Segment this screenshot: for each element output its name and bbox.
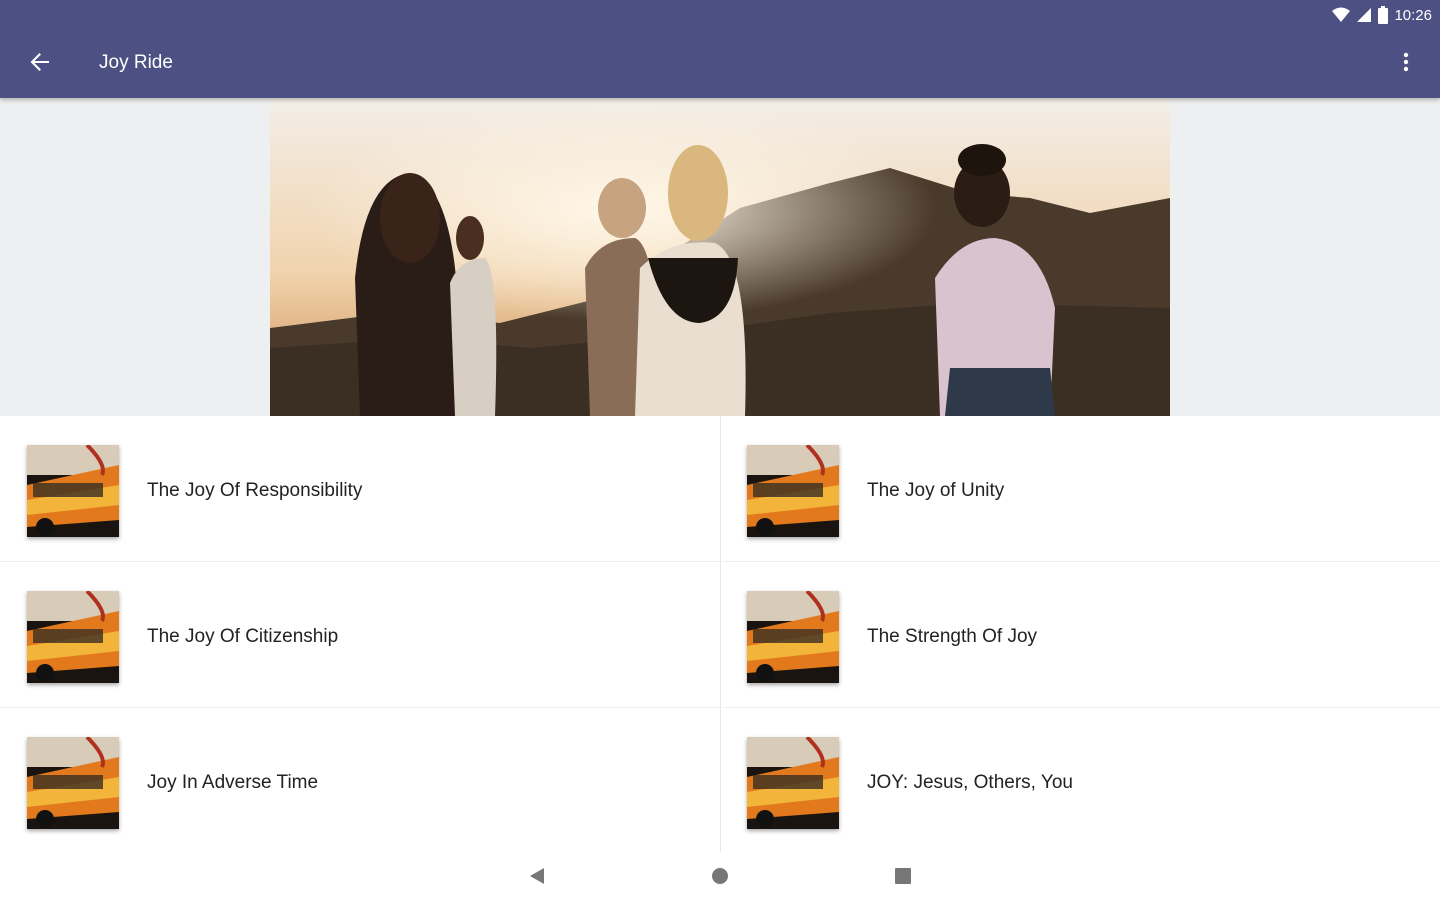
list-item[interactable]: The Joy Of Citizenship <box>0 562 720 708</box>
episode-thumbnail <box>747 591 839 683</box>
hero-band <box>0 98 1440 416</box>
episode-title: The Joy of Unity <box>867 480 1005 501</box>
list-item[interactable]: JOY: Jesus, Others, You <box>720 708 1440 854</box>
page-title: Joy Ride <box>99 52 173 73</box>
overflow-menu-button[interactable] <box>1388 46 1424 82</box>
more-vert-icon <box>1403 52 1409 77</box>
episode-title: The Strength Of Joy <box>867 626 1038 647</box>
hero-image <box>270 98 1170 416</box>
signal-icon <box>1356 7 1372 23</box>
episode-thumbnail <box>27 737 119 829</box>
battery-icon <box>1378 6 1389 24</box>
episode-grid: The Joy Of Responsibility The Joy of Uni… <box>0 416 1440 856</box>
nav-recents-icon <box>894 867 912 890</box>
list-item[interactable]: The Joy Of Responsibility <box>0 416 720 562</box>
system-nav-bar <box>0 852 1440 900</box>
status-time: 10:26 <box>1394 6 1432 24</box>
list-item[interactable]: The Joy of Unity <box>720 416 1440 562</box>
nav-back-icon <box>528 867 546 890</box>
episode-thumbnail <box>747 737 839 829</box>
nav-recents-button[interactable] <box>885 860 921 896</box>
nav-home-button[interactable] <box>702 860 738 896</box>
list-item[interactable]: Joy In Adverse Time <box>0 708 720 854</box>
episode-title: The Joy Of Responsibility <box>147 480 363 501</box>
list-item[interactable]: The Strength Of Joy <box>720 562 1440 708</box>
episode-thumbnail <box>27 591 119 683</box>
episode-thumbnail <box>27 445 119 537</box>
nav-back-button[interactable] <box>519 860 555 896</box>
back-button[interactable] <box>20 44 60 84</box>
app-bar: 10:26 Joy Ride <box>0 0 1440 98</box>
status-bar: 10:26 <box>1332 4 1432 26</box>
arrow-back-icon <box>29 51 51 78</box>
episode-thumbnail <box>747 445 839 537</box>
episode-title: JOY: Jesus, Others, You <box>867 772 1073 793</box>
episode-title: The Joy Of Citizenship <box>147 626 339 647</box>
nav-home-icon <box>711 867 729 890</box>
episode-title: Joy In Adverse Time <box>147 772 319 793</box>
wifi-icon <box>1332 7 1351 23</box>
